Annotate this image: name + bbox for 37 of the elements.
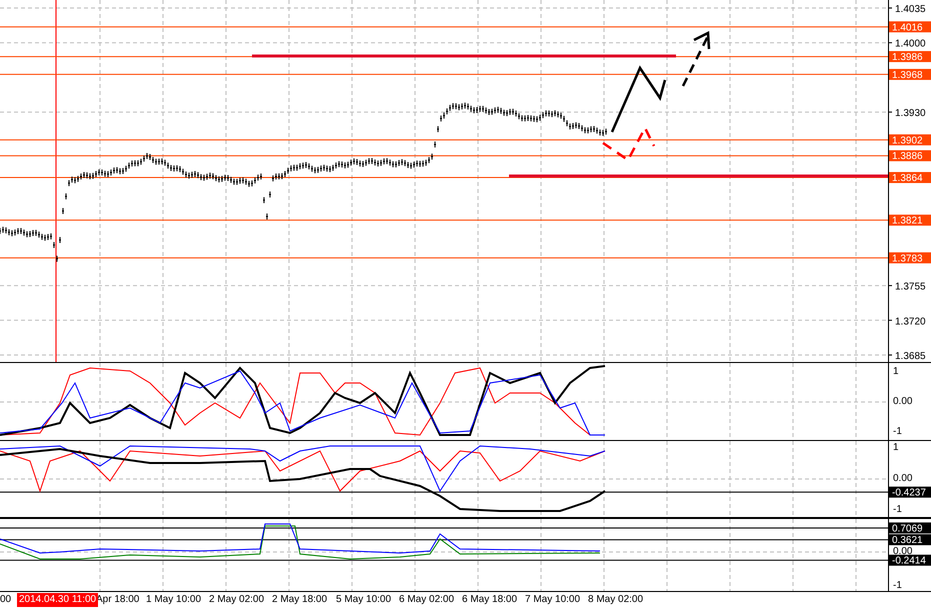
- time-label: 2 May 02:00: [209, 595, 264, 605]
- time-label: 00: [0, 595, 12, 605]
- axis-label: -1: [893, 504, 902, 515]
- level-tag: 1.3886: [889, 150, 931, 162]
- time-label: 7 May 10:00: [525, 595, 580, 605]
- price-label: 1.3720: [895, 316, 926, 328]
- time-cursor-label: 2014.04.30 11:00: [17, 593, 98, 607]
- forecast-arrow: [682, 31, 710, 87]
- time-label: 6 May 18:00: [462, 595, 518, 605]
- price-label: 1.4000: [895, 38, 926, 50]
- level-tag: 1.3968: [889, 68, 931, 81]
- level-tag: 1.3783: [889, 252, 931, 264]
- level-tag: 1.4016: [889, 21, 931, 34]
- level-tag: 1.3986: [889, 51, 931, 64]
- axis-label: 1: [893, 442, 899, 453]
- value-tag: 0.3621: [889, 534, 931, 546]
- axis-label: 1: [893, 366, 899, 377]
- value-tag: -0.2414: [889, 554, 931, 567]
- level-tag: 1.3864: [889, 172, 931, 184]
- value-tag: -0.4237: [889, 486, 931, 499]
- price-label: 1.3930: [895, 108, 926, 120]
- time-label: 1 May 10:00: [146, 595, 202, 605]
- axis-label: 0.00: [893, 396, 912, 407]
- level-tag: 1.3902: [889, 134, 931, 146]
- axis-label: 0.00: [893, 473, 912, 484]
- value-tag: 0.7069: [889, 522, 931, 534]
- time-label: 5 May 10:00: [336, 595, 392, 605]
- time-label: 6 May 02:00: [399, 595, 454, 605]
- level-tag: 1.3821: [889, 214, 931, 227]
- price-label: 1.3755: [895, 282, 926, 293]
- axis-label: -1: [893, 426, 902, 437]
- time-label: 8 May 02:00: [588, 595, 644, 605]
- axis-label: -1: [893, 580, 902, 591]
- price-label: 1.3685: [895, 351, 926, 362]
- time-label: 2 May 18:00: [272, 595, 328, 605]
- axis-label: 0.00: [893, 546, 912, 557]
- price-label: 1.4035: [895, 4, 926, 15]
